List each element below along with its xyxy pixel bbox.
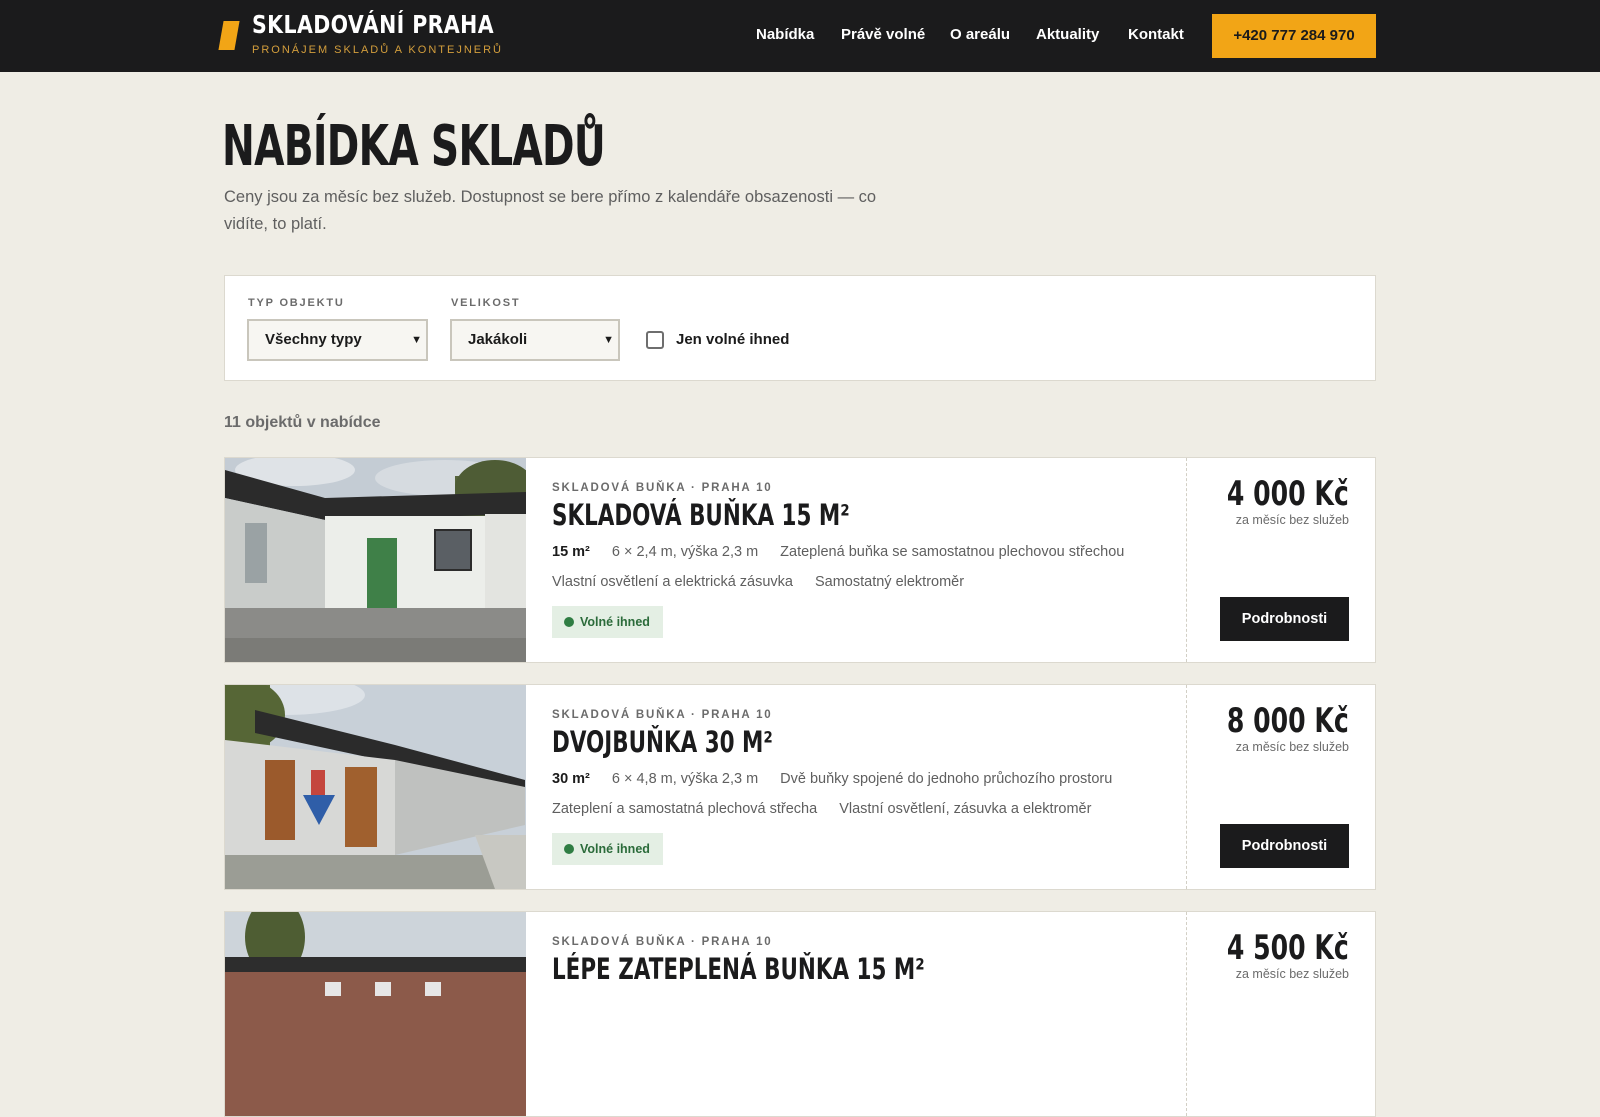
listing-feature: Vlastní osvětlení a elektrická zásuvka [552,574,793,590]
listing-price: 8 000 Kč [1227,701,1349,741]
chevron-down-icon: ▼ [603,334,614,346]
size-select-value: Jakákoli [468,331,528,348]
listing-feature: Vlastní osvětlení, zásuvka a elektroměr [839,801,1092,817]
listing-photo[interactable] [225,458,526,662]
listing-dimensions: 6 × 2,4 m, výška 2,3 m [611,544,759,560]
brand-name: SKLADOVÁNÍ PRAHA [252,10,494,39]
type-filter-label: TYP OBJEKTU [248,297,345,309]
listing-kicker: SKLADOVÁ BUŇKA · PRAHA 10 [552,482,773,494]
phone-button[interactable]: +420 777 284 970 [1212,14,1376,58]
chevron-down-icon: ▼ [411,334,422,346]
listing-kicker: SKLADOVÁ BUŇKA · PRAHA 10 [552,709,773,721]
listing-specs: 15 m² 6 × 2,4 m, výška 2,3 m Zateplená buň… [552,544,1146,560]
listing-feature: Dvě buňky spojené do jednoho průchozího … [780,771,1113,787]
nav-item-kontakt[interactable]: Kontakt [1128,26,1184,43]
available-only-label[interactable]: Jen volné ihned [676,331,789,348]
listing-feature: Zateplení a samostatná plechová střecha [552,801,818,817]
status-badge: Volné ihned [552,606,663,638]
listing-body: SKLADOVÁ BUŇKA · PRAHA 10 LÉPE ZATEPLENÁ… [552,912,1192,1116]
listing-card: SKLADOVÁ BUŇKA · PRAHA 10 LÉPE ZATEPLENÁ… [224,911,1376,1117]
listing-area: 30 m² [552,771,590,787]
listing-area: 15 m² [552,544,590,560]
listing-feature: Zateplená buňka se samostatnou plechovou… [780,544,1125,560]
size-select[interactable]: Jakákoli ▼ [450,319,620,361]
listing-body: SKLADOVÁ BUŇKA · PRAHA 10 SKLADOVÁ BUŇKA… [552,458,1192,662]
status-text: Volné ihned [580,842,650,856]
brand-mark-icon [218,21,240,50]
nav-item-nabidka[interactable]: Nabídka [756,26,814,43]
listing-features: Zateplení a samostatná plechová střecha V… [552,801,1113,817]
listing-dimensions: 6 × 4,8 m, výška 2,3 m [611,771,759,787]
card-divider [1186,685,1187,889]
card-divider [1186,458,1187,662]
listing-price: 4 000 Kč [1227,474,1349,514]
listing-feature: Samostatný elektroměr [814,574,965,590]
listing-kicker: SKLADOVÁ BUŇKA · PRAHA 10 [552,936,773,948]
available-only-checkbox[interactable] [646,331,664,349]
details-button[interactable]: Podrobnosti [1220,824,1349,868]
card-divider [1186,912,1187,1116]
listing-title[interactable]: SKLADOVÁ BUŇKA 15 M² [552,498,850,532]
page-intro: Ceny jsou za měsíc bez služeb. Dostupnos… [224,188,877,233]
nav-item-prave-volne[interactable]: Právě volné [841,26,925,43]
filter-panel: TYP OBJEKTU Všechny typy ▼ VELIKOST Jaká… [224,275,1376,381]
listing-body: SKLADOVÁ BUŇKA · PRAHA 10 DVOJBUŇKA 30 M… [552,685,1192,889]
listing-card: SKLADOVÁ BUŇKA · PRAHA 10 DVOJBUŇKA 30 M… [224,684,1376,890]
listing-features: Vlastní osvětlení a elektrická zásuvka Sa… [552,574,986,590]
listing-title[interactable]: DVOJBUŇKA 30 M² [552,725,773,759]
top-navigation-bar: SKLADOVÁNÍ PRAHA PRONÁJEM SKLADŮ A KONTE… [0,0,1600,72]
nav-item-o-arealu[interactable]: O areálu [950,26,1010,43]
nav-item-aktuality[interactable]: Aktuality [1036,26,1099,43]
listing-price: 4 500 Kč [1227,928,1349,968]
brand-tagline: PRONÁJEM SKLADŮ A KONTEJNERŮ [252,44,503,56]
listing-photo[interactable] [225,685,526,889]
result-count: 11 objektů v nabídce [224,414,381,431]
size-filter-label: VELIKOST [451,297,521,309]
listing-price-note: za měsíc bez služeb [1235,967,1349,981]
listing-specs: 30 m² 6 × 4,8 m, výška 2,3 m Dvě buňky spo… [552,771,1134,787]
status-dot-icon [564,617,574,627]
type-select-value: Všechny typy [265,331,362,348]
listing-price-note: za měsíc bez služeb [1235,740,1349,754]
page-title: NABÍDKA SKLADŮ [222,114,606,179]
details-button[interactable]: Podrobnosti [1220,597,1349,641]
type-select[interactable]: Všechny typy ▼ [247,319,428,361]
listing-title[interactable]: LÉPE ZATEPLENÁ BUŇKA 15 M² [552,952,925,986]
listing-card: SKLADOVÁ BUŇKA · PRAHA 10 SKLADOVÁ BUŇKA… [224,457,1376,663]
status-badge: Volné ihned [552,833,663,865]
listing-price-note: za měsíc bez služeb [1235,513,1349,527]
status-text: Volné ihned [580,615,650,629]
status-dot-icon [564,844,574,854]
listing-photo[interactable] [225,912,526,1116]
